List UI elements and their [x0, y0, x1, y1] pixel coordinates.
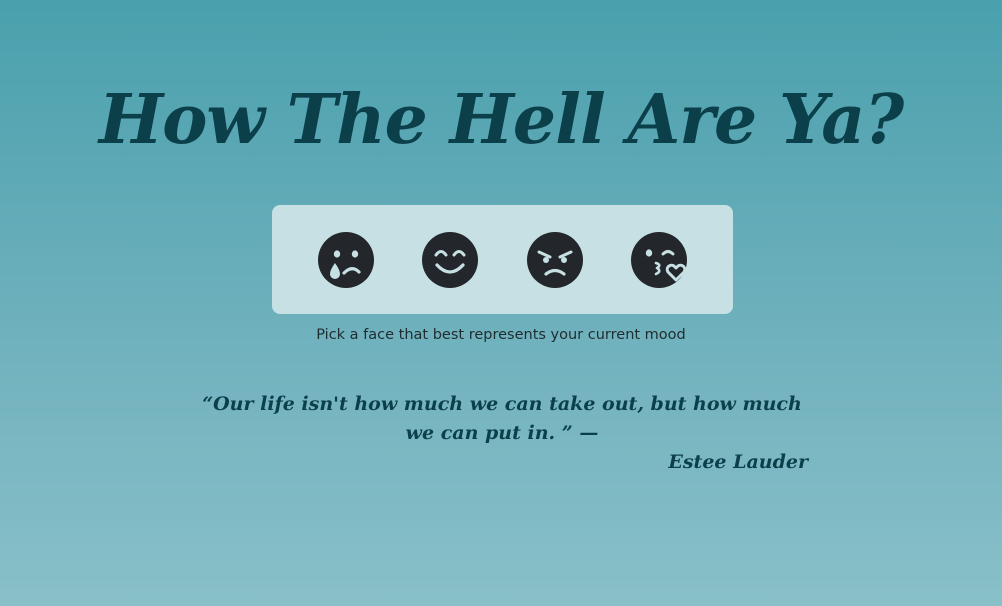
- angry-face-button[interactable]: [525, 230, 585, 290]
- crying-face-button[interactable]: [316, 230, 376, 290]
- smile-beam-face-icon: [422, 231, 479, 288]
- kissing-face-button[interactable]: [629, 230, 689, 290]
- mood-prompt-text: Pick a face that best represents your cu…: [316, 327, 686, 343]
- sad-tear-face-icon: [318, 231, 375, 288]
- happy-face-button[interactable]: [420, 230, 480, 290]
- angry-face-icon: [526, 231, 583, 288]
- mood-face-panel: [272, 205, 733, 314]
- quote-block: “Our life isn't how much we can take out…: [196, 390, 808, 477]
- page-title: How The Hell Are Ya?: [98, 80, 904, 160]
- quote-text: “Our life isn't how much we can take out…: [202, 393, 802, 444]
- quote-author: Estee Lauder: [668, 451, 808, 473]
- kiss-wink-heart-face-icon: [630, 231, 687, 288]
